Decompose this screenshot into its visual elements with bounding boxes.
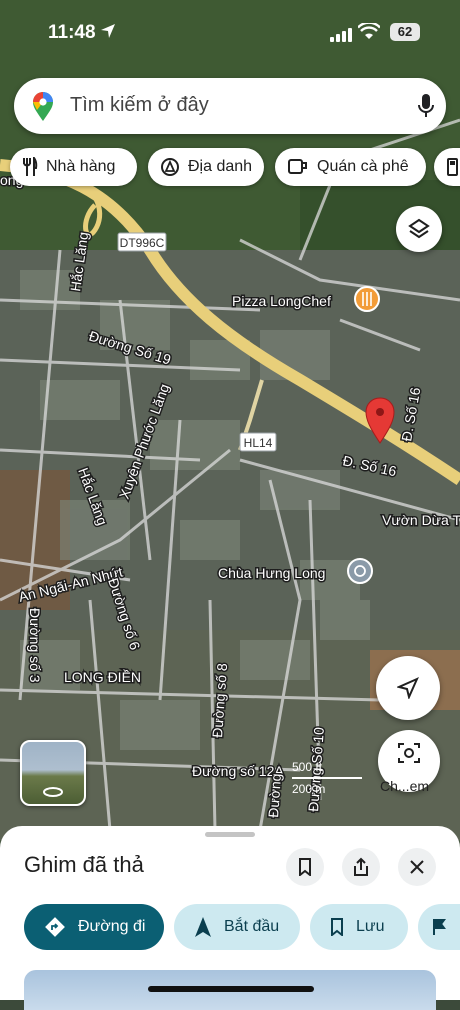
chip-label: Quán cà phê — [317, 158, 409, 175]
scale-top-label: 500 ft — [292, 760, 323, 774]
microphone-icon[interactable] — [418, 93, 434, 119]
map-label-chua-hung-long[interactable]: Chùa Hưng Long — [217, 564, 327, 583]
home-indicator — [148, 986, 314, 992]
fork-knife-icon — [23, 157, 38, 176]
wifi-icon — [358, 23, 380, 39]
street-view-rotate-icon — [43, 787, 63, 797]
directions-icon — [45, 917, 65, 937]
directions-button[interactable]: Đường đi — [24, 904, 164, 950]
sheet-drag-handle[interactable] — [205, 832, 255, 837]
map-label-duong-so-3: Đường số 3 — [27, 608, 43, 683]
landmark-icon — [161, 158, 179, 176]
my-location-button[interactable] — [376, 656, 440, 720]
status-time: 11:48 — [48, 22, 96, 43]
map-label-long-dien: LONG ĐIỀN — [64, 669, 141, 685]
chip-restaurants[interactable]: Nhà hàng — [10, 148, 137, 186]
flag-icon — [433, 919, 446, 935]
battery-indicator: 62 — [390, 23, 420, 41]
start-label: Bắt đầu — [224, 918, 280, 935]
start-button[interactable]: Bắt đầu — [174, 904, 300, 950]
chip-label: Nhà hàng — [46, 158, 116, 175]
save-icon-button[interactable] — [286, 848, 324, 886]
layers-button[interactable] — [396, 206, 442, 252]
road-shield-hl14: HL14 — [239, 432, 277, 452]
search-input[interactable]: Tìm kiếm ở đây — [70, 94, 209, 117]
chip-coffee[interactable]: Quán cà phê — [275, 148, 426, 186]
directions-label: Đường đi — [78, 918, 146, 935]
gas-station-icon — [447, 158, 458, 176]
chip-gas-partial[interactable] — [434, 148, 460, 186]
map-label-pizza[interactable]: Pizza LongChef — [231, 292, 333, 311]
map-label-vuon-dua: Vườn Dừa T — [382, 512, 460, 528]
search-bar[interactable]: Tìm kiếm ở đây — [14, 78, 446, 134]
location-arrow-icon — [101, 24, 115, 38]
google-maps-pin-icon — [33, 92, 53, 121]
sheet-title: Ghim đã thả — [24, 852, 144, 877]
road-label-hl14: HL14 — [244, 436, 273, 450]
chip-label: Địa danh — [188, 158, 253, 175]
road-shield-dt996c: DT996C — [117, 232, 167, 252]
cellular-signal-icon — [330, 28, 352, 42]
chip-landmarks[interactable]: Địa danh — [148, 148, 264, 186]
camera-icon — [398, 743, 420, 763]
bookmark-icon — [299, 858, 311, 876]
scale-bottom-label: 200 m — [292, 782, 326, 796]
category-chips: Nhà hàng Địa danh Quán cà phê — [10, 148, 460, 188]
status-bar: 11:48 62 — [0, 0, 460, 62]
road-label-dt996c: DT996C — [120, 236, 165, 250]
map-label-duong-partial: Đường — [265, 773, 284, 818]
map-scale: 500 ft 200 m — [292, 760, 372, 800]
more-action-partial-button[interactable] — [418, 904, 460, 950]
navigation-arrow-icon — [195, 917, 211, 937]
close-icon — [410, 860, 424, 874]
layers-icon — [408, 218, 430, 239]
close-button[interactable] — [398, 848, 436, 886]
share-icon — [354, 857, 368, 876]
coffee-cup-icon — [288, 159, 307, 174]
bookmark-icon — [331, 918, 343, 936]
save-button[interactable]: Lưu — [310, 904, 408, 950]
temple-poi-icon[interactable] — [347, 558, 373, 584]
camera-button-label: Ch...em — [380, 778, 430, 794]
share-button[interactable] — [342, 848, 380, 886]
navigation-arrow-icon — [397, 677, 419, 699]
street-view-thumbnail[interactable] — [20, 740, 86, 806]
save-label: Lưu — [356, 918, 385, 935]
restaurant-poi-icon[interactable] — [354, 286, 380, 312]
